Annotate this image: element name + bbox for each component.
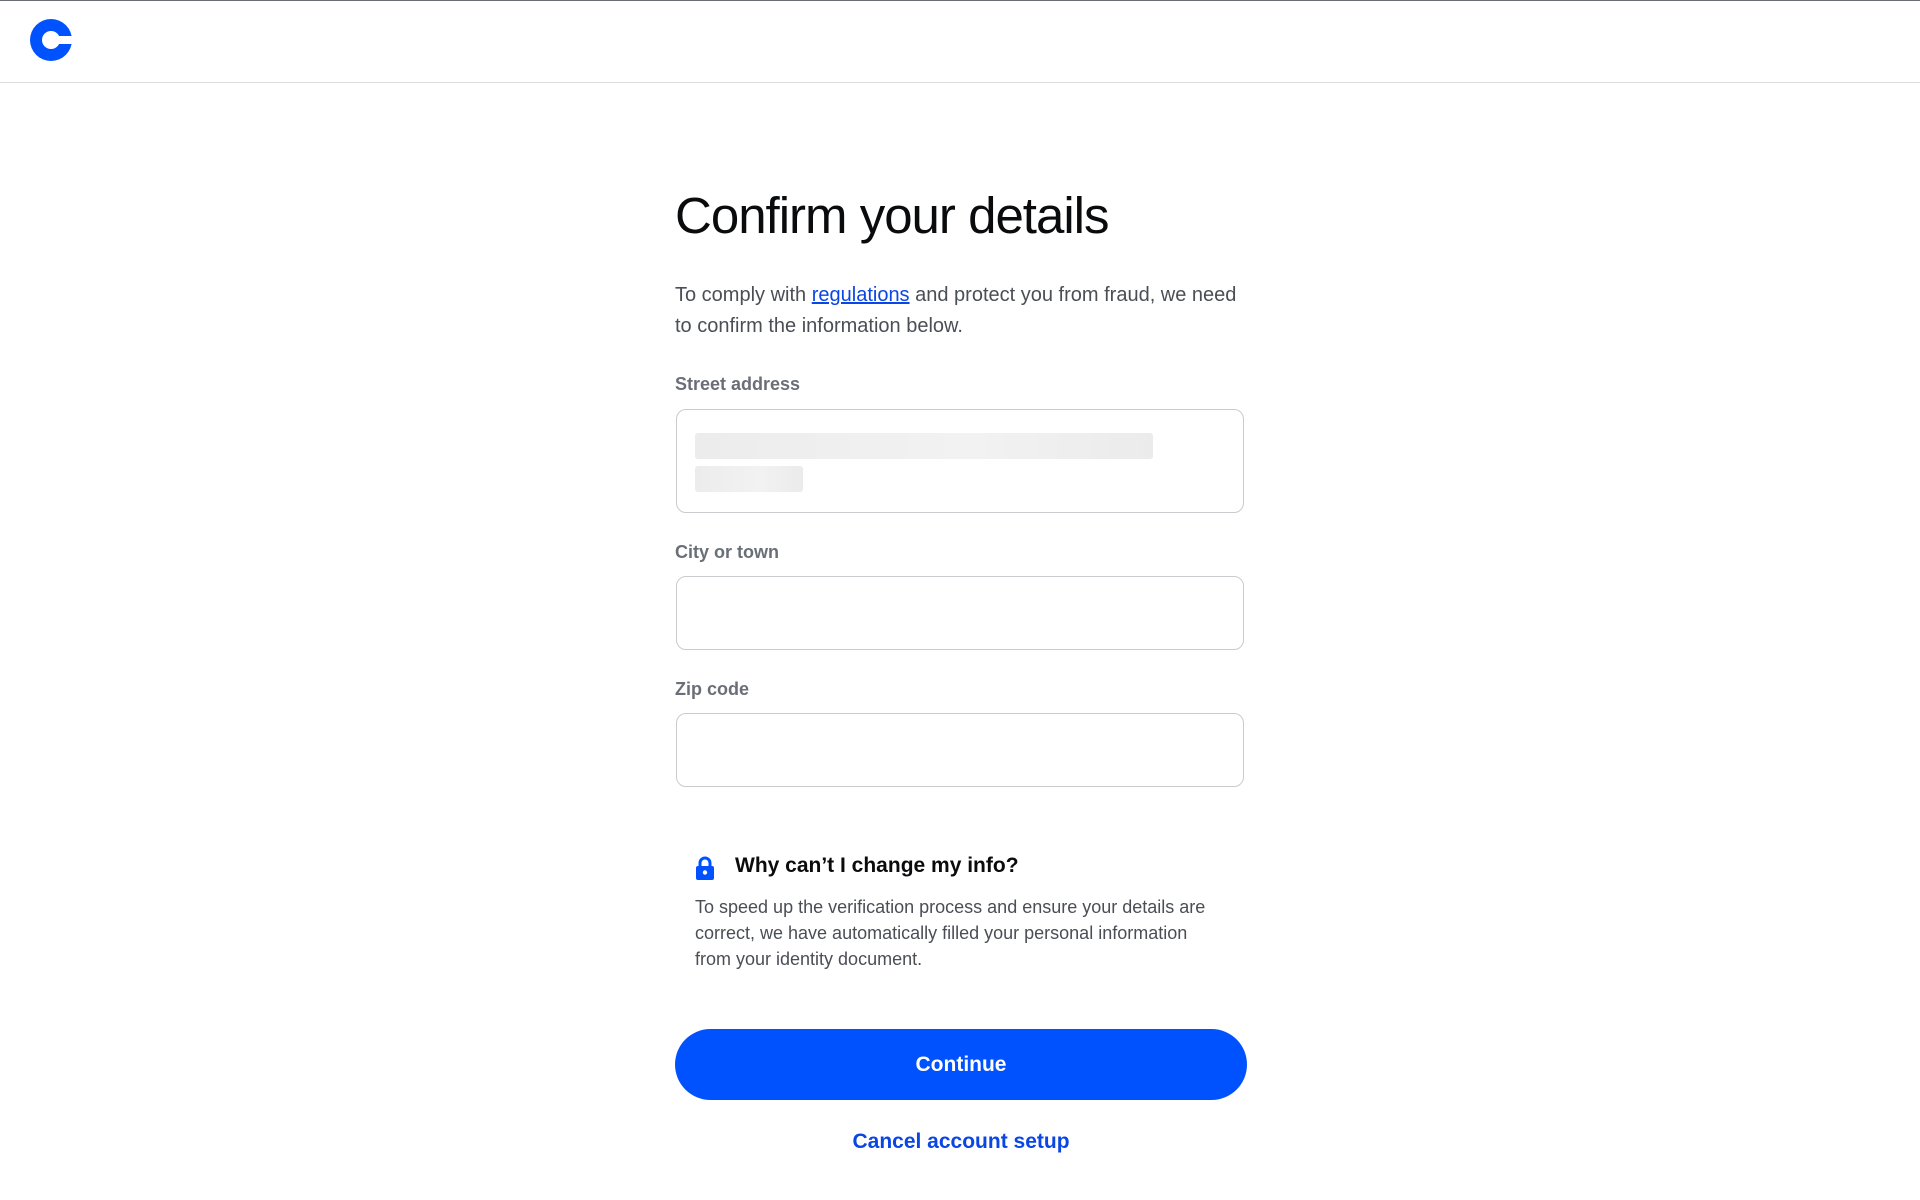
info-title: Why can’t I change my info?	[735, 854, 1019, 877]
page-title: Confirm your details	[675, 187, 1110, 244]
intro-text-start: To comply with	[675, 284, 812, 306]
intro-text: To comply with regulations and protect y…	[675, 280, 1247, 342]
continue-button[interactable]: Continue	[675, 1029, 1247, 1100]
zip-code-input[interactable]	[677, 714, 1243, 786]
zip-code-field-box	[676, 713, 1244, 787]
zip-code-label: Zip code	[675, 679, 750, 699]
street-address-field[interactable]	[676, 409, 1244, 513]
coinbase-logo-icon[interactable]	[30, 19, 72, 61]
top-header	[0, 1, 1920, 83]
redacted-address-line-1	[695, 433, 1153, 459]
lock-icon	[696, 856, 714, 880]
cancel-account-setup-link[interactable]: Cancel account setup	[675, 1130, 1247, 1154]
page: Confirm your details To comply with regu…	[0, 0, 1920, 1200]
confirm-details-form: Confirm your details To comply with regu…	[675, 180, 1247, 1153]
city-field-box	[676, 576, 1244, 650]
info-text: To speed up the verification process and…	[695, 897, 1206, 969]
city-input[interactable]	[677, 577, 1243, 649]
redacted-address-line-2	[695, 466, 803, 492]
city-label: City or town	[675, 542, 779, 562]
street-address-label: Street address	[675, 374, 801, 394]
regulations-link[interactable]: regulations	[812, 284, 910, 306]
